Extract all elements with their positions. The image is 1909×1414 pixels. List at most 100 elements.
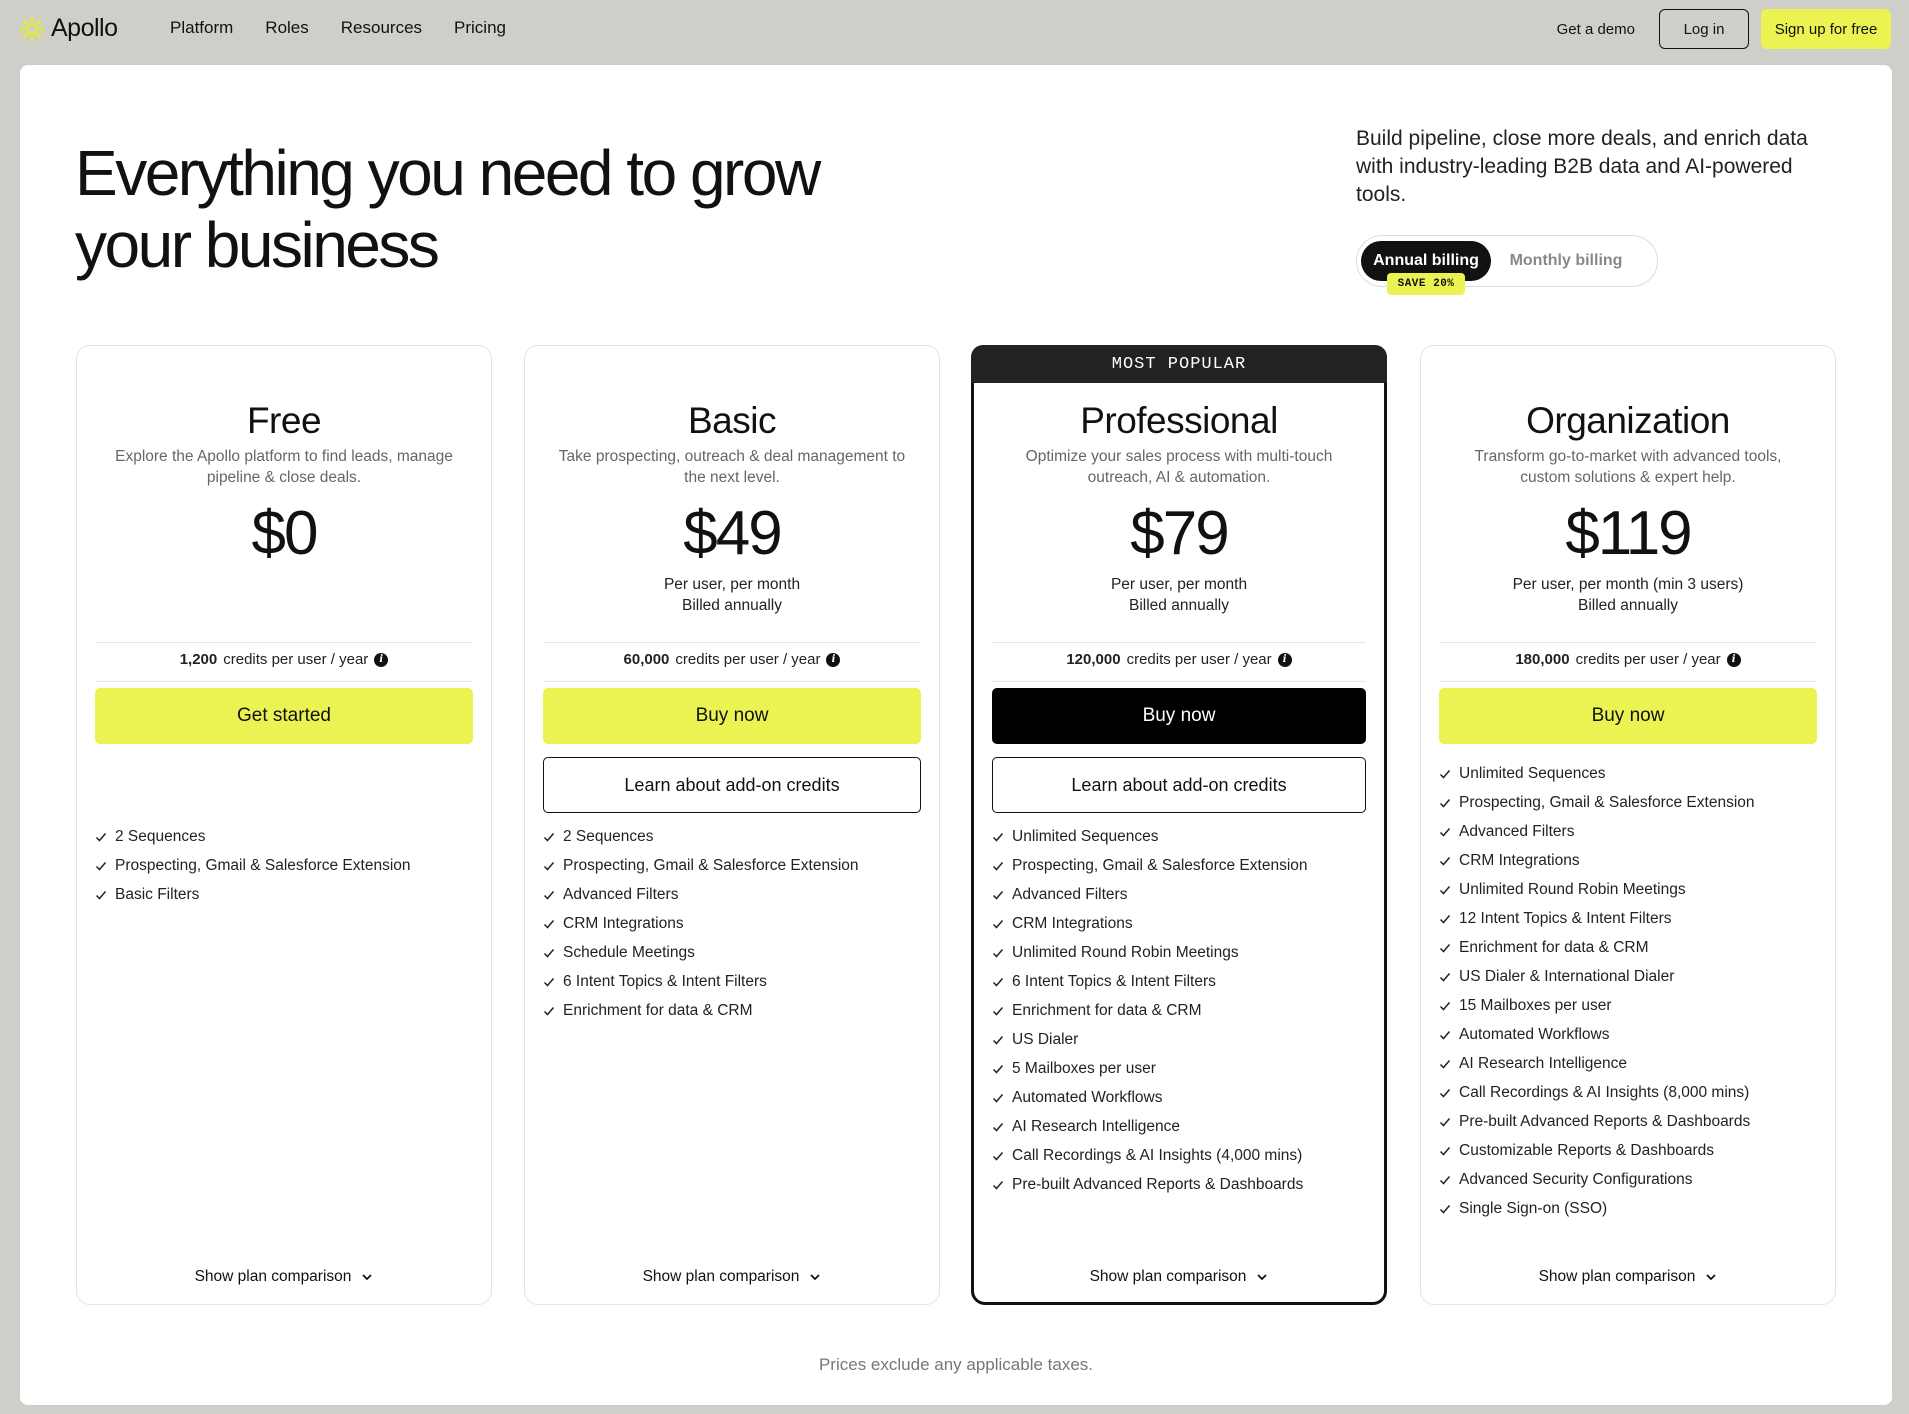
feature-item: Unlimited Round Robin Meetings	[992, 938, 1366, 967]
show-plan-comparison[interactable]: Show plan comparison	[77, 1268, 491, 1286]
feature-label: 2 Sequences	[115, 827, 206, 845]
feature-item: Basic Filters	[95, 880, 473, 909]
addon-credits-button[interactable]: Learn about add-on credits	[992, 757, 1366, 813]
check-icon	[992, 919, 1004, 929]
billing-unit: Per user, per month	[1110, 576, 1248, 593]
feature-label: CRM Integrations	[563, 914, 684, 932]
check-icon	[992, 1180, 1004, 1190]
get-demo-link[interactable]: Get a demo	[1557, 21, 1635, 38]
feature-list: Unlimited Sequences Prospecting, Gmail & …	[992, 822, 1366, 1199]
credits-label: credits per user / year	[675, 651, 821, 668]
feature-label: Call Recordings & AI Insights (4,000 min…	[1012, 1146, 1303, 1164]
buy-now-button[interactable]: Buy now	[992, 688, 1366, 744]
chevron-down-icon	[810, 1274, 821, 1281]
feature-item: CRM Integrations	[1439, 846, 1817, 875]
feature-item: 2 Sequences	[543, 822, 921, 851]
feature-item: Prospecting, Gmail & Salesforce Extensio…	[1439, 788, 1817, 817]
chevron-down-icon	[1257, 1274, 1268, 1281]
feature-label: 12 Intent Topics & Intent Filters	[1459, 909, 1672, 927]
feature-item: Schedule Meetings	[543, 938, 921, 967]
get-started-button[interactable]: Get started	[95, 688, 473, 744]
check-icon	[992, 861, 1004, 871]
feature-label: Advanced Filters	[1459, 822, 1575, 840]
divider	[95, 681, 473, 682]
info-icon[interactable]: i	[1277, 652, 1292, 667]
feature-item: Enrichment for data & CRM	[1439, 933, 1817, 962]
logo[interactable]: Apollo	[19, 14, 118, 43]
page-subtitle: Build pipeline, close more deals, and en…	[1356, 127, 1808, 206]
feature-label: Automated Workflows	[1459, 1025, 1610, 1043]
feature-item: Pre-built Advanced Reports & Dashboards	[1439, 1107, 1817, 1136]
credits-amount: 1,200	[179, 651, 218, 668]
feature-label: 6 Intent Topics & Intent Filters	[563, 972, 767, 990]
nav-roles[interactable]: Roles	[265, 18, 308, 38]
signup-button[interactable]: Sign up for free	[1761, 9, 1891, 49]
feature-item: 6 Intent Topics & Intent Filters	[543, 967, 921, 996]
plan-description: Transform go-to-market with advanced too…	[1474, 448, 1782, 486]
feature-item: Advanced Filters	[992, 880, 1366, 909]
show-plan-comparison[interactable]: Show plan comparison	[1421, 1268, 1835, 1286]
title-line-1: Everything you need to grow	[75, 137, 821, 209]
plan-price: $0	[251, 499, 319, 568]
check-icon	[992, 1006, 1004, 1016]
feature-item: Advanced Filters	[1439, 817, 1817, 846]
feature-label: Single Sign-on (SSO)	[1459, 1199, 1608, 1217]
plan-name: Free	[246, 400, 322, 441]
check-icon	[543, 861, 555, 871]
nav-pricing[interactable]: Pricing	[454, 18, 506, 38]
plan-credits: 120,000 credits per user / year i	[974, 651, 1384, 668]
chevron-down-icon	[362, 1274, 373, 1281]
feature-label: Unlimited Sequences	[1012, 827, 1159, 845]
most-popular-banner: MOST POPULAR	[971, 345, 1387, 383]
addon-credits-button[interactable]: Learn about add-on credits	[543, 757, 921, 813]
credits-label: credits per user / year	[1126, 651, 1272, 668]
check-icon	[1439, 914, 1451, 924]
plan-credits: 180,000 credits per user / year i	[1421, 651, 1835, 668]
feature-item: Advanced Security Configurations	[1439, 1165, 1817, 1194]
check-icon	[1439, 827, 1451, 837]
plan-billing-terms: Per user, per month (min 3 users) Billed…	[1421, 574, 1835, 616]
feature-label: Pre-built Advanced Reports & Dashboards	[1459, 1112, 1751, 1130]
billing-period: Billed annually	[1578, 597, 1678, 614]
nav-resources[interactable]: Resources	[341, 18, 422, 38]
feature-label: US Dialer	[1012, 1030, 1079, 1048]
feature-list: 2 Sequences Prospecting, Gmail & Salesfor…	[95, 822, 473, 909]
buy-now-button[interactable]: Buy now	[543, 688, 921, 744]
billing-period: Billed annually	[1129, 597, 1229, 614]
divider	[1439, 642, 1817, 643]
login-button[interactable]: Log in	[1659, 9, 1749, 49]
plan-name: Organization	[1526, 400, 1730, 441]
divider	[543, 681, 921, 682]
feature-item: Advanced Filters	[543, 880, 921, 909]
feature-label: Prospecting, Gmail & Salesforce Extensio…	[1459, 793, 1755, 811]
info-icon[interactable]: i	[1726, 652, 1741, 667]
check-icon	[1439, 1001, 1451, 1011]
feature-label: Pre-built Advanced Reports & Dashboards	[1012, 1175, 1304, 1193]
check-icon	[992, 1093, 1004, 1103]
credits-label: credits per user / year	[1575, 651, 1721, 668]
compare-label: Show plan comparison	[194, 1268, 352, 1285]
credits-amount: 60,000	[623, 651, 670, 668]
billing-unit: Per user, per month (min 3 users)	[1512, 576, 1744, 593]
feature-list: 2 Sequences Prospecting, Gmail & Salesfor…	[543, 822, 921, 1025]
feature-item: Prospecting, Gmail & Salesforce Extensio…	[992, 851, 1366, 880]
info-icon[interactable]: i	[826, 652, 841, 667]
plan-name: Professional	[1080, 400, 1278, 441]
show-plan-comparison[interactable]: Show plan comparison	[525, 1268, 939, 1286]
feature-item: Call Recordings & AI Insights (4,000 min…	[992, 1141, 1366, 1170]
feature-item: CRM Integrations	[992, 909, 1366, 938]
feature-label: 6 Intent Topics & Intent Filters	[1012, 972, 1216, 990]
divider	[992, 642, 1366, 643]
feature-label: Prospecting, Gmail & Salesforce Extensio…	[563, 856, 859, 874]
check-icon	[1439, 1059, 1451, 1069]
check-icon	[95, 890, 107, 900]
feature-item: 12 Intent Topics & Intent Filters	[1439, 904, 1817, 933]
info-icon[interactable]: i	[374, 652, 389, 667]
feature-label: 2 Sequences	[563, 827, 654, 845]
plan-card-professional: MOST POPULAR Professional Optimize your …	[971, 345, 1387, 1305]
buy-now-button[interactable]: Buy now	[1439, 688, 1817, 744]
show-plan-comparison[interactable]: Show plan comparison	[974, 1268, 1384, 1286]
monthly-billing-option[interactable]: Monthly billing	[1491, 241, 1641, 281]
nav-platform[interactable]: Platform	[170, 18, 233, 38]
check-icon	[1439, 856, 1451, 866]
